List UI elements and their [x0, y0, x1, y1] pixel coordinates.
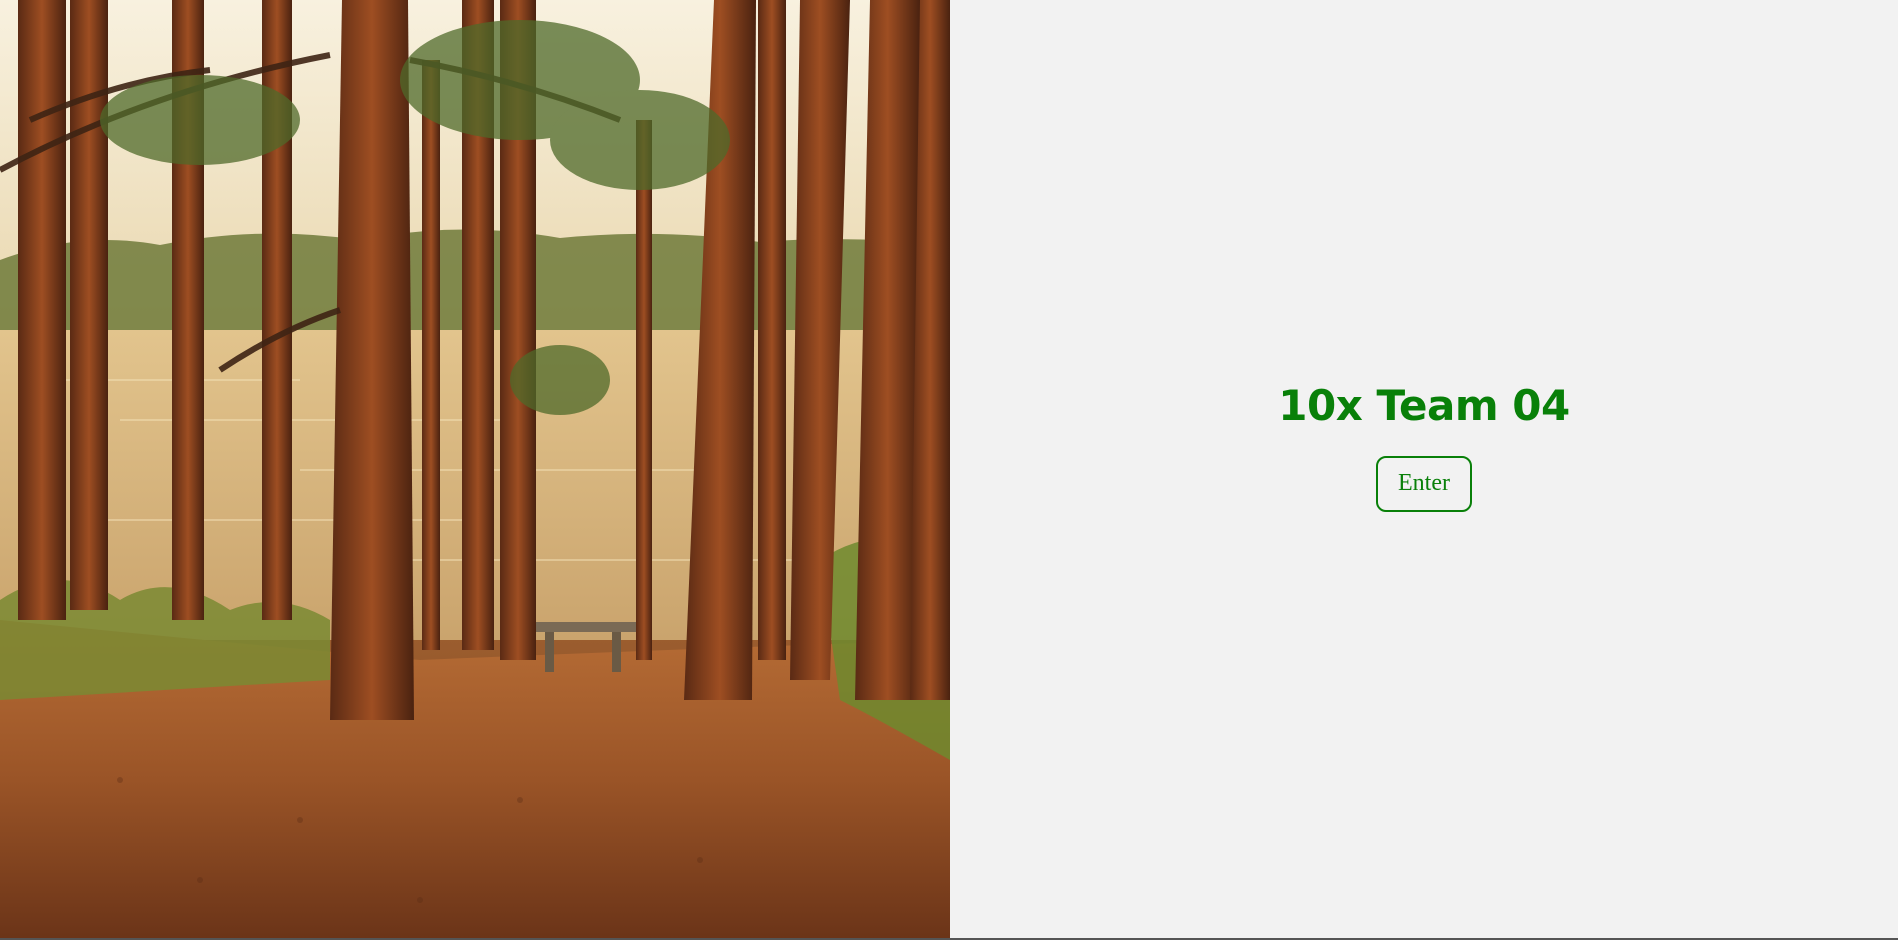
main-content: 10x Team 04 Enter [950, 0, 1898, 940]
title-container: 10x Team 04 Enter [1278, 380, 1570, 512]
hero-image [0, 0, 950, 940]
enter-button[interactable]: Enter [1376, 455, 1472, 512]
forest-lake-illustration [0, 0, 950, 940]
page: 10x Team 04 Enter [0, 0, 1898, 940]
page-title: 10x Team 04 [1278, 380, 1570, 430]
